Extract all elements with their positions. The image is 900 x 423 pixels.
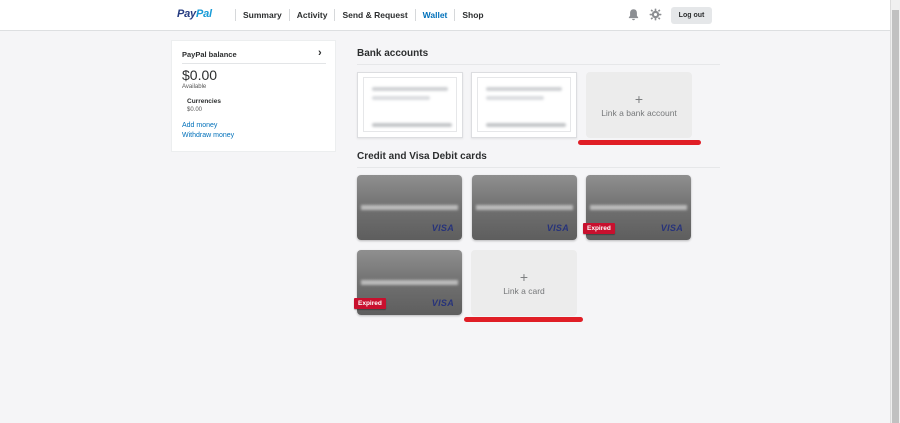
nav-summary[interactable]: Summary: [235, 9, 289, 21]
currencies-label: Currencies: [187, 98, 221, 105]
nav-activity[interactable]: Activity: [288, 9, 335, 21]
top-nav-bar: PayPal Summary Activity Send & Request W…: [0, 0, 890, 31]
blurred-card-number: [361, 280, 458, 285]
bank-account-tile[interactable]: [471, 72, 577, 138]
blurred-card-number: [590, 205, 687, 210]
expired-badge: Expired: [583, 223, 615, 234]
blurred-text: [372, 87, 448, 91]
cards-heading: Credit and Visa Debit cards: [357, 151, 487, 162]
visa-logo: VISA: [546, 223, 569, 233]
withdraw-money-link[interactable]: Withdraw money: [182, 132, 234, 139]
add-money-link[interactable]: Add money: [182, 122, 217, 129]
balance-amount: $0.00: [182, 67, 218, 83]
plus-icon: +: [634, 90, 644, 107]
plus-icon: +: [519, 268, 529, 285]
credit-card-tile[interactable]: VISA: [472, 175, 577, 240]
link-card-button[interactable]: + Link a card: [471, 250, 577, 316]
visa-logo: VISA: [431, 223, 454, 233]
logo-pal-text: Pal: [195, 8, 212, 20]
main-nav: Summary Activity Send & Request Wallet S…: [235, 0, 491, 30]
credit-card-tile[interactable]: VISA Expired: [354, 250, 462, 315]
section-divider: [357, 64, 720, 65]
bank-account-tile[interactable]: [357, 72, 463, 138]
visa-logo: VISA: [660, 223, 683, 233]
nav-wallet[interactable]: Wallet: [414, 9, 455, 21]
scrollbar-thumb[interactable]: [892, 10, 899, 423]
bank-account-preview: [363, 77, 457, 132]
blurred-text: [486, 87, 562, 91]
highlight-underline: [578, 140, 701, 145]
paypal-balance-card: PayPal balance › $0.00 Available Currenc…: [171, 40, 336, 152]
link-card-label: Link a card: [503, 285, 545, 296]
blurred-text: [372, 123, 452, 127]
highlight-underline: [464, 317, 583, 322]
link-bank-account-button[interactable]: + Link a bank account: [586, 72, 692, 138]
blurred-card-number: [361, 205, 458, 210]
bell-icon[interactable]: [627, 8, 640, 21]
balance-title: PayPal balance: [182, 50, 237, 59]
bank-account-preview: [477, 77, 571, 132]
divider: [182, 63, 326, 64]
expired-badge: Expired: [354, 298, 386, 309]
nav-send-request[interactable]: Send & Request: [334, 9, 414, 21]
bank-accounts-heading: Bank accounts: [357, 48, 429, 59]
paypal-logo[interactable]: PayPal: [177, 8, 212, 20]
credit-card-tile[interactable]: VISA: [357, 175, 462, 240]
link-bank-account-label: Link a bank account: [601, 107, 677, 118]
logout-button[interactable]: Log out: [671, 7, 712, 24]
blurred-card-number: [476, 205, 573, 210]
nav-shop[interactable]: Shop: [454, 9, 490, 21]
logo-pay-text: Pay: [177, 8, 196, 20]
chevron-right-icon[interactable]: ›: [318, 47, 322, 59]
currency-amount: $0.00: [187, 107, 203, 113]
section-divider: [357, 167, 720, 168]
blurred-text: [486, 96, 544, 100]
blurred-text: [486, 123, 566, 127]
available-label: Available: [182, 84, 207, 90]
visa-logo: VISA: [431, 298, 454, 308]
credit-card-tile[interactable]: VISA Expired: [583, 175, 691, 240]
gear-icon[interactable]: [649, 8, 662, 21]
blurred-text: [372, 96, 430, 100]
